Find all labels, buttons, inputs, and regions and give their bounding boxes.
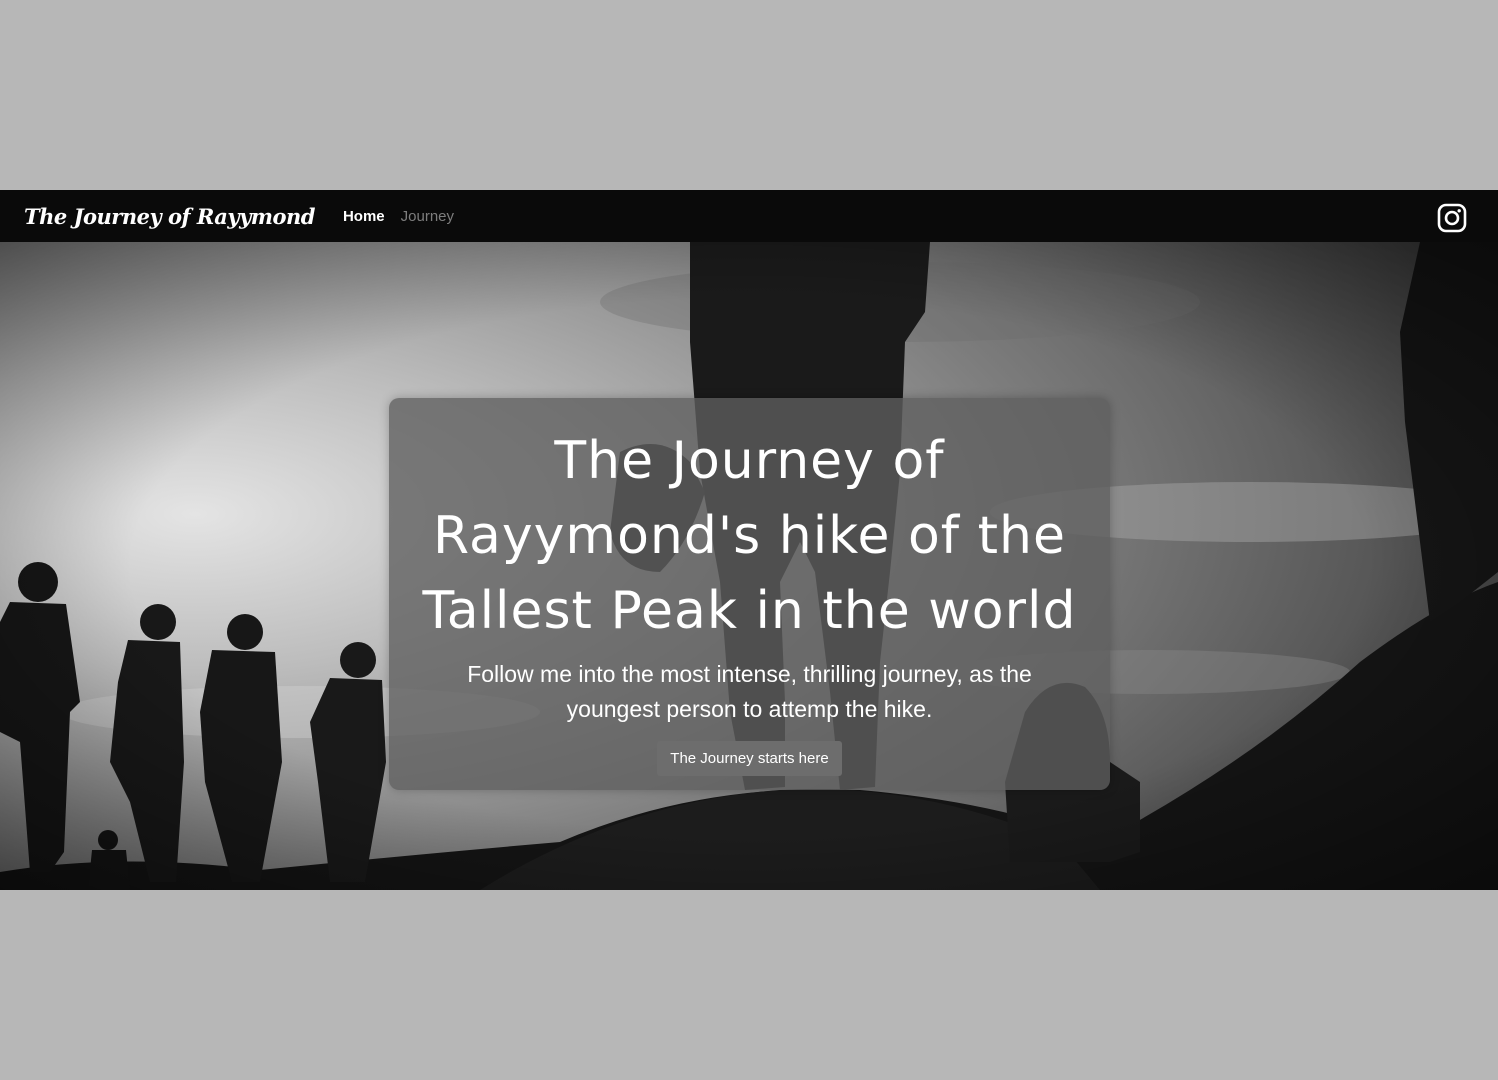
nav-link-home[interactable]: Home — [343, 208, 385, 225]
page-frame: The Journey of Rayymond Home Journey The… — [0, 190, 1498, 890]
hero-title: The Journey of Rayymond's hike of the Ta… — [422, 431, 1077, 641]
instagram-icon[interactable] — [1437, 203, 1467, 233]
hero-section: The Journey of Rayymond's hike of the Ta… — [0, 242, 1498, 890]
hero-card: The Journey of Rayymond's hike of the Ta… — [389, 398, 1110, 790]
nav-link-journey[interactable]: Journey — [401, 208, 454, 225]
journey-start-button[interactable]: The Journey starts here — [657, 741, 842, 776]
navbar: The Journey of Rayymond Home Journey — [0, 190, 1498, 242]
hero-subtitle: Follow me into the most intense, thrilli… — [467, 661, 1032, 722]
brand-logo[interactable]: The Journey of Rayymond — [24, 204, 315, 229]
nav-links: Home Journey — [343, 208, 454, 225]
